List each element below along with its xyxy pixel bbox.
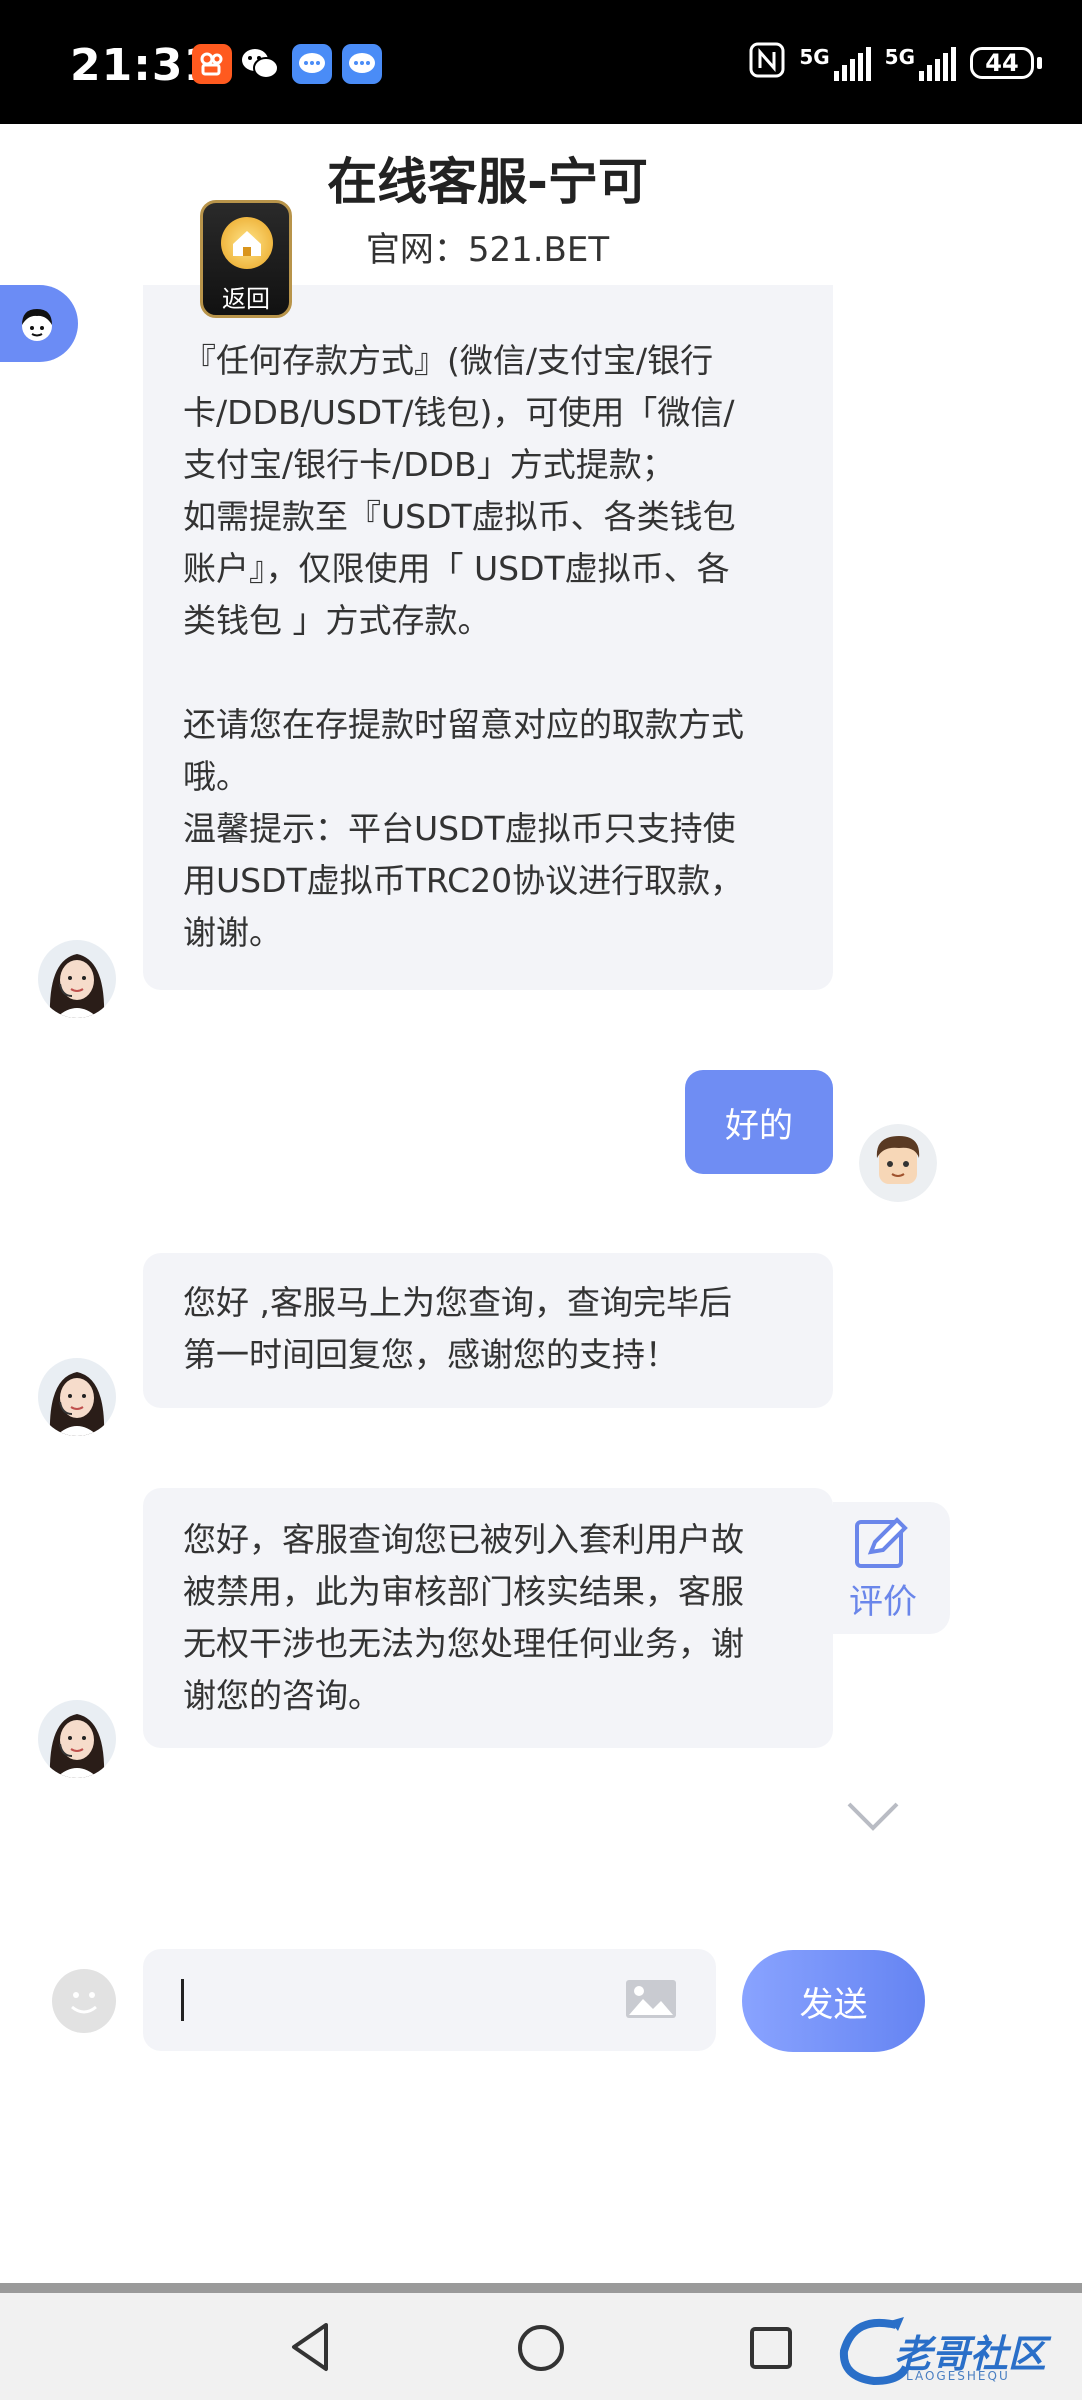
- watermark-subtext: LAOGESHEQU: [906, 2369, 1010, 2383]
- message-line: 如需提款至『USDT虚拟币、各类钱包: [183, 497, 736, 536]
- message-line: 支付宝/银行卡/DDB」方式提款；: [183, 445, 675, 484]
- edit-icon: [855, 1517, 908, 1568]
- status-indicators: 5G 5G 44: [749, 42, 1042, 84]
- network-type: 5G: [799, 45, 830, 69]
- agent-avatar: [38, 940, 116, 1018]
- emoji-button[interactable]: [52, 1969, 116, 2033]
- message-line: 还请您在存提款时留意对应的取款方式: [183, 705, 744, 744]
- message-line: 账户』，仅限使用「 USDT虚拟币、各: [183, 549, 730, 588]
- message-line: 『任何存款方式』(微信/支付宝/银行: [183, 341, 714, 380]
- message-line: 温馨提示：平台USDT虚拟币只支持使: [183, 809, 736, 848]
- system-nav-bar: 老哥社区 LAOGESHEQU: [0, 2283, 1082, 2400]
- back-button[interactable]: 返回: [200, 200, 292, 318]
- battery-icon: 44: [970, 47, 1042, 79]
- status-bar: 21:31 5G 5G 44: [0, 0, 1082, 124]
- agent-avatar: [38, 1358, 116, 1436]
- wechat-icon: [240, 44, 280, 84]
- kuaishou-icon: [192, 44, 232, 84]
- message-line: 类钱包 」方式存款。: [183, 601, 491, 640]
- agent-message-bubble: 您好 ,客服马上为您查询，查询完毕后 第一时间回复您，感谢您的支持！: [143, 1253, 833, 1408]
- nfc-icon: [749, 42, 785, 84]
- rate-label: 评价: [849, 1582, 917, 1622]
- back-label: 返回: [222, 285, 270, 313]
- message-line: 无权干涉也无法为您处理任何业务，谢: [183, 1624, 744, 1663]
- message-line: 卡/DDB/USDT/钱包)，可使用「微信/: [183, 393, 735, 432]
- message-line: 用USDT虚拟币TRC20协议进行取款，: [183, 861, 744, 900]
- chevron-down-icon[interactable]: [845, 1800, 901, 1832]
- recents-nav-icon[interactable]: [748, 2325, 794, 2371]
- agent-message-bubble: 您好，客服查询您已被列入套利用户故 被禁用，此为审核部门核实结果，客服 无权干涉…: [143, 1488, 833, 1748]
- watermark-logo: 老哥社区 LAOGESHEQU: [834, 2315, 1066, 2391]
- message-input[interactable]: [143, 1949, 716, 2051]
- agent-avatar: [38, 1700, 116, 1778]
- site-url: 官网：521.BET: [365, 230, 610, 270]
- message-line: 谢谢。: [183, 913, 282, 952]
- user-message-bubble: 好的: [685, 1070, 833, 1174]
- message-line: 您好 ,客服马上为您查询，查询完毕后: [183, 1283, 732, 1322]
- message-icon: [292, 44, 332, 84]
- message-line: 第一时间回复您，感谢您的支持！: [183, 1335, 678, 1374]
- battery-level: 44: [970, 47, 1034, 79]
- agent-message-bubble: 『任何存款方式』(微信/支付宝/银行 卡/DDB/USDT/钱包)，可使用「微信…: [143, 285, 833, 990]
- home-nav-icon[interactable]: [516, 2323, 566, 2373]
- back-nav-icon[interactable]: [288, 2321, 332, 2373]
- message-line: [183, 647, 793, 699]
- network-type: 5G: [884, 45, 915, 69]
- message-line: 哦。: [183, 757, 249, 796]
- message-line: 被禁用，此为审核部门核实结果，客服: [183, 1572, 744, 1611]
- page-title: 在线客服-宁可: [327, 153, 648, 211]
- text-cursor: [181, 1979, 184, 2021]
- signal-icon: 5G: [885, 45, 956, 81]
- agent-face-icon: [22, 309, 52, 341]
- customer-service-tab[interactable]: [0, 285, 78, 362]
- send-button[interactable]: 发送: [742, 1950, 925, 2052]
- message-line: 您好，客服查询您已被列入套利用户故: [183, 1520, 744, 1559]
- home-icon: [221, 217, 273, 269]
- signal-icon: 5G: [799, 45, 871, 81]
- user-avatar: [859, 1124, 937, 1202]
- rate-button[interactable]: 评价: [833, 1502, 950, 1634]
- message-icon: [342, 44, 382, 84]
- image-upload-icon[interactable]: [625, 1979, 677, 2019]
- smiley-icon: [71, 1992, 97, 2014]
- message-line: 谢您的咨询。: [183, 1676, 381, 1715]
